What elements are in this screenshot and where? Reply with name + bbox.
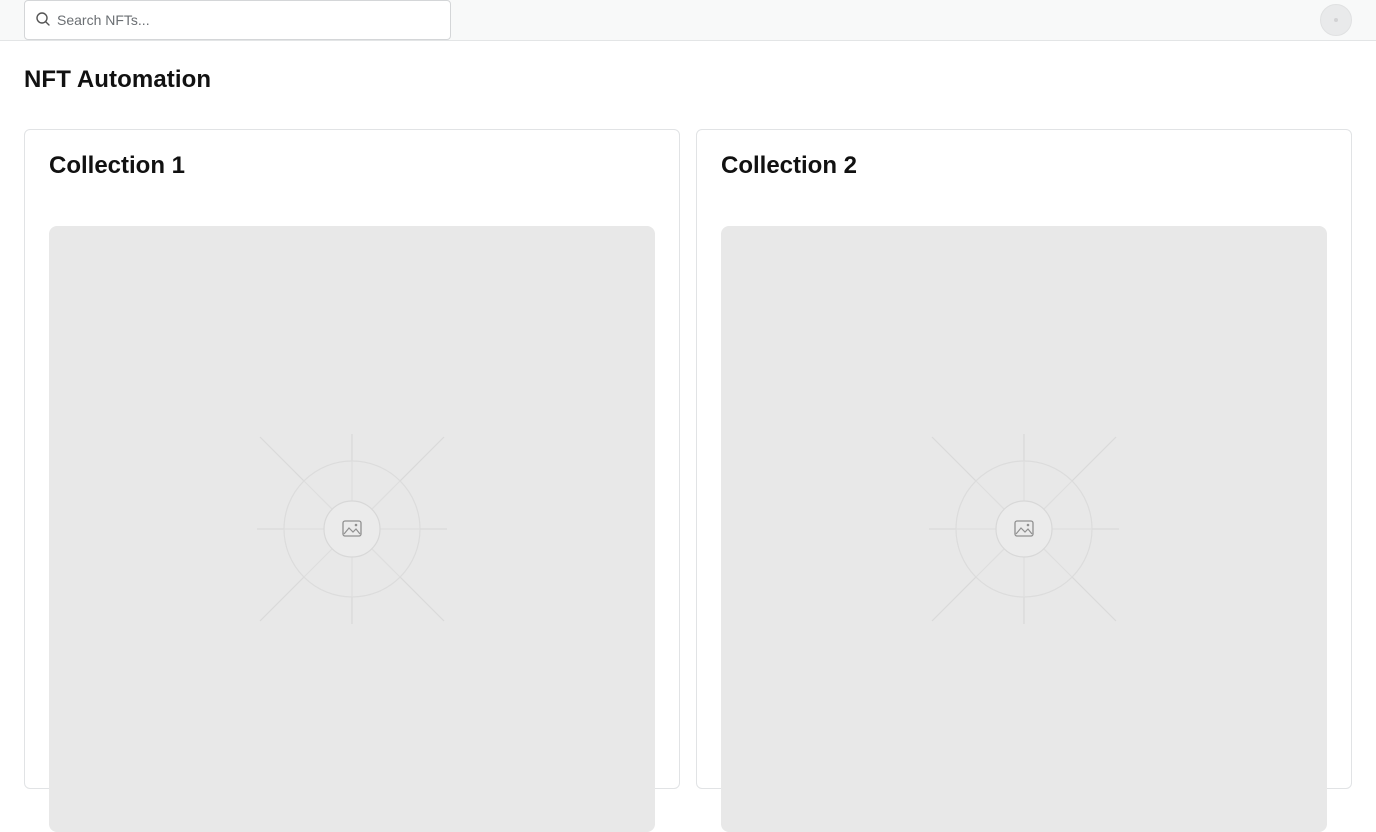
collection-card[interactable]: Collection 1 [24, 129, 680, 832]
avatar[interactable] [1320, 4, 1352, 36]
collection-card[interactable]: Collection 2 [696, 129, 1352, 832]
collection-image-placeholder[interactable] [721, 226, 1327, 832]
image-placeholder-icon [257, 434, 447, 624]
top-bar [0, 0, 1376, 41]
collection-title: Collection 1 [49, 152, 186, 179]
avatar-icon [1334, 18, 1338, 22]
search-icon [36, 12, 50, 26]
collection-title: Collection 2 [721, 152, 858, 179]
page-title: NFT Automation [24, 66, 212, 93]
search-input[interactable] [57, 1, 442, 39]
image-placeholder-icon [929, 434, 1119, 624]
search-box[interactable] [24, 0, 451, 40]
collection-image-placeholder[interactable] [49, 226, 655, 832]
